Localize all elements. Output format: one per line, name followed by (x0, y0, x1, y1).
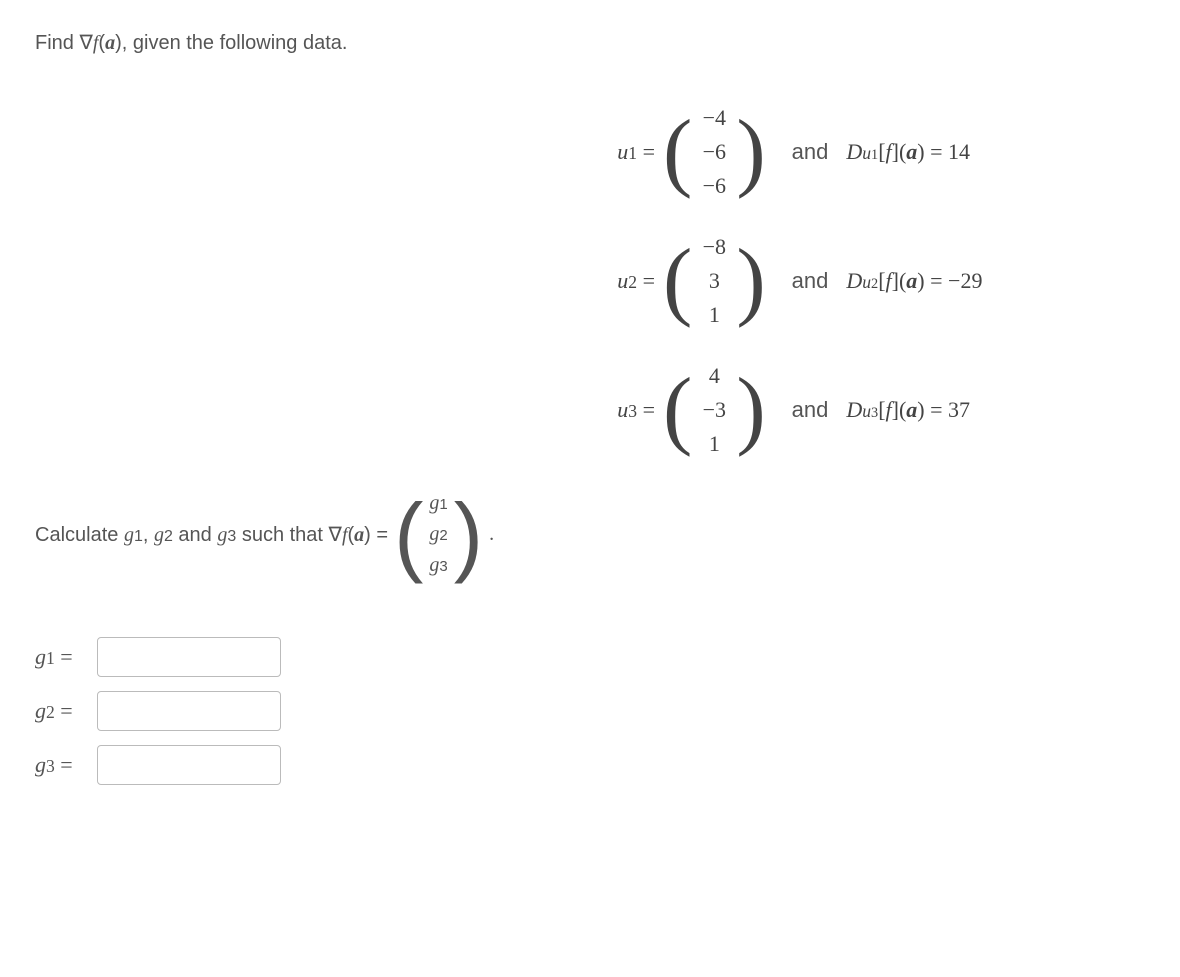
deriv-eq-2: Du2[f](a) = −29 (846, 268, 982, 294)
equation-row-1: u1 = ( −4 −6 −6 ) and Du1[f](a) = 14 (595, 105, 1145, 199)
vector-1: ( −4 −6 −6 ) (663, 105, 766, 199)
answers-block: g1 = g2 = g3 = (35, 637, 1145, 785)
vector-label-3: u3 = (595, 397, 655, 423)
answer-row-3: g3 = (35, 745, 1145, 785)
answer-row-2: g2 = (35, 691, 1145, 731)
answer-label-3: g3 = (35, 752, 91, 778)
equations-block: u1 = ( −4 −6 −6 ) and Du1[f](a) = 14 u2 … (595, 105, 1145, 457)
deriv-eq-1: Du1[f](a) = 14 (846, 139, 970, 165)
g1-input[interactable] (97, 637, 281, 677)
calc-prefix: Calculate (35, 524, 124, 546)
and-text-3: and (792, 397, 829, 423)
g2-input[interactable] (97, 691, 281, 731)
vector-3: ( 4 −3 1 ) (663, 363, 766, 457)
g3-input[interactable] (97, 745, 281, 785)
equation-row-3: u3 = ( 4 −3 1 ) and Du3[f](a) = 37 (595, 363, 1145, 457)
gradient-vector: ( g1 g2 g3 ) (394, 492, 483, 577)
vector-2: ( −8 3 1 ) (663, 234, 766, 328)
answer-row-1: g1 = (35, 637, 1145, 677)
calculate-statement: Calculate g1, g2 and g3 such that ∇f(a) … (35, 492, 1145, 577)
and-text-1: and (792, 139, 829, 165)
answer-label-2: g2 = (35, 698, 91, 724)
and-text-2: and (792, 268, 829, 294)
deriv-eq-3: Du3[f](a) = 37 (846, 397, 970, 423)
prompt-prefix: Find (35, 32, 79, 54)
prompt-suffix: , given the following data. (122, 32, 348, 54)
vector-label-2: u2 = (595, 268, 655, 294)
problem-statement: Find ∇f(a), given the following data. (35, 30, 1145, 55)
equation-row-2: u2 = ( −8 3 1 ) and Du2[f](a) = −29 (595, 234, 1145, 328)
vector-label-1: u1 = (595, 139, 655, 165)
answer-label-1: g1 = (35, 644, 91, 670)
